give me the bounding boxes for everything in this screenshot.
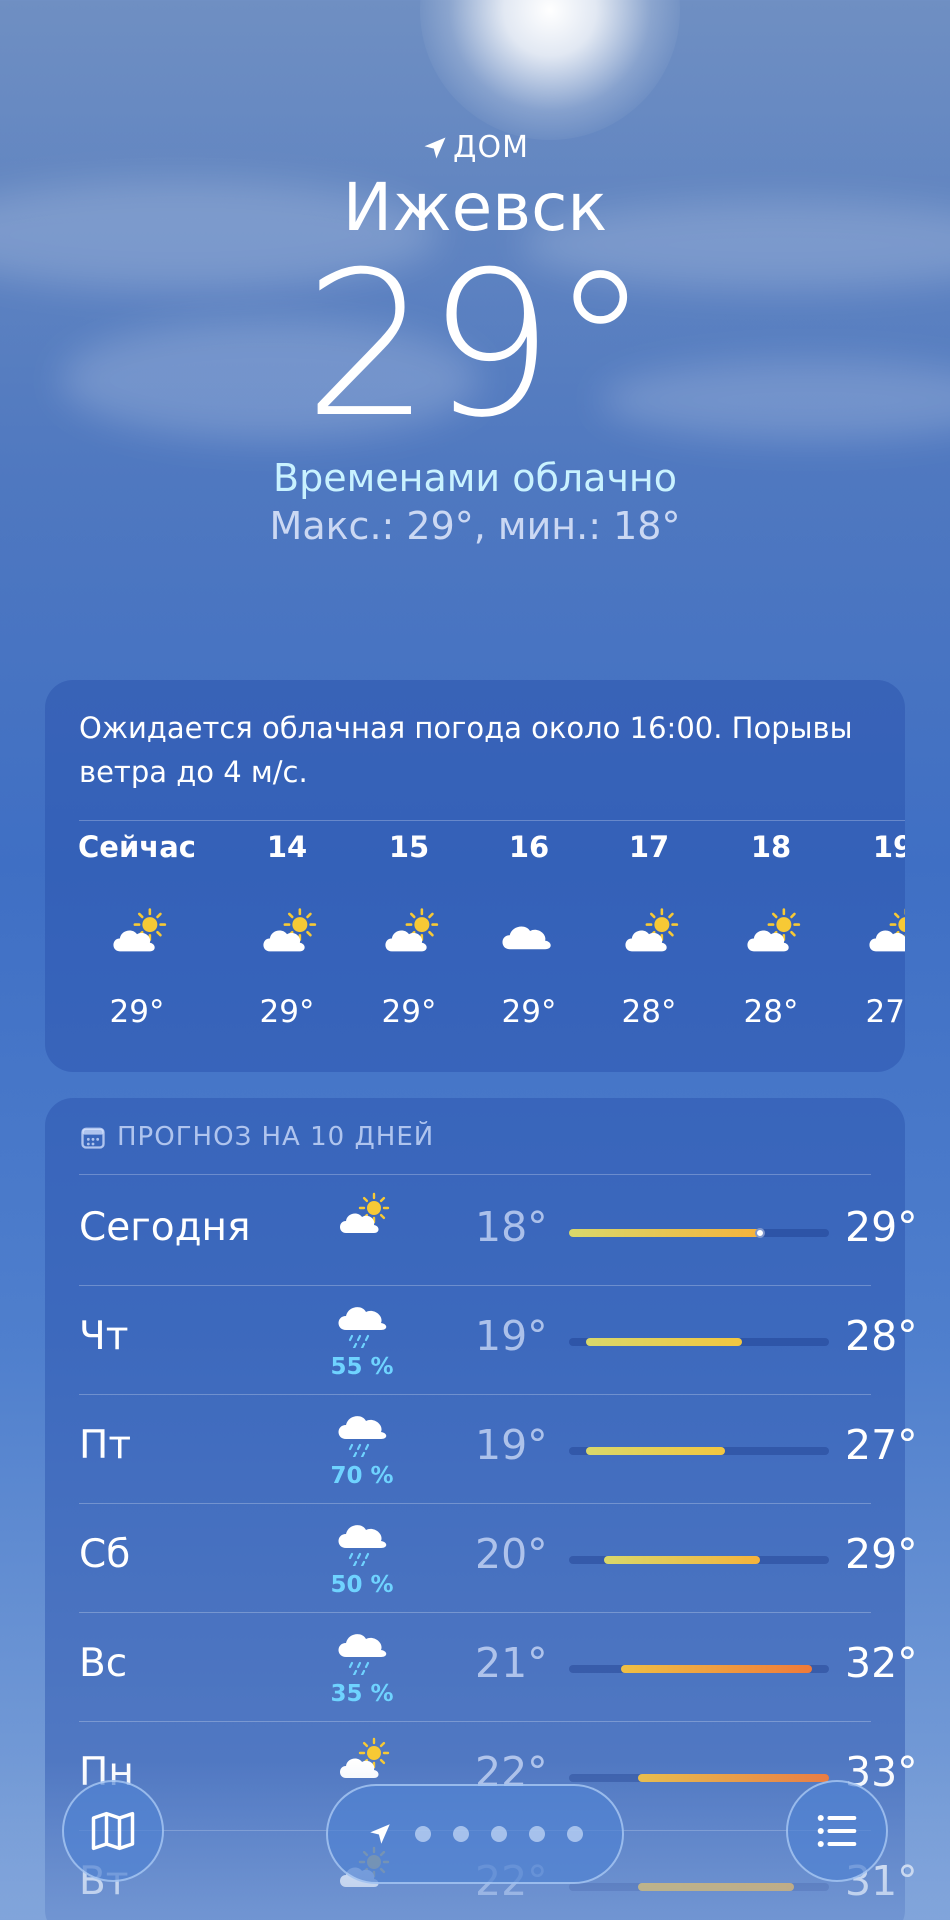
current-weather-header: ДОМ Ижевск 29° Временами облачно Макс.: … [0, 130, 950, 548]
page-dot[interactable] [415, 1826, 431, 1842]
partly-cloudy-icon [340, 1192, 390, 1233]
calendar-icon [81, 1127, 105, 1149]
daily-forecast-title: ПРОГНОЗ НА 10 ДНЕЙ [117, 1122, 435, 1152]
temperature-range-bar [569, 1338, 829, 1346]
hour-label: 19 [872, 830, 905, 864]
low-temperature: 18° [475, 1203, 548, 1251]
page-indicator[interactable] [326, 1784, 624, 1884]
current-condition: Временами облачно [273, 456, 677, 500]
high-temperature: 29° [845, 1203, 918, 1251]
temperature-range-bar [569, 1556, 829, 1564]
divider [79, 820, 905, 821]
partly-cloudy-icon [113, 908, 167, 952]
location-arrow-icon[interactable] [367, 1821, 393, 1847]
low-temperature: 20° [475, 1530, 548, 1578]
rain-icon [338, 1307, 387, 1348]
location-arrow-icon [424, 137, 446, 158]
daily-row[interactable]: Сегодня 18° 29° [45, 1177, 918, 1285]
page-dot[interactable] [453, 1826, 469, 1842]
hour-label: 15 [388, 830, 430, 864]
current-temperature: 29° [303, 229, 651, 462]
daily-row[interactable]: Пт 70 % 19° 27° [45, 1395, 918, 1503]
divider [79, 1174, 871, 1175]
hour-temperature: 29° [259, 994, 315, 1030]
map-icon [91, 1811, 135, 1851]
temperature-range-fill [638, 1883, 795, 1891]
day-name: Сегодня [79, 1205, 251, 1250]
current-temperature-dot [754, 1228, 765, 1238]
temperature-range-fill [569, 1229, 760, 1237]
day-name: Вс [79, 1641, 128, 1686]
day-name: Пт [79, 1423, 132, 1468]
partly-cloudy-icon [625, 908, 679, 952]
hour-label: 17 [628, 830, 670, 864]
temperature-range-bar [569, 1228, 829, 1238]
temperature-range-bar [569, 1665, 829, 1673]
rain-icon [338, 1525, 387, 1566]
list-icon [817, 1814, 857, 1848]
high-temperature: 32° [845, 1639, 918, 1687]
hour-temperature: 29° [501, 994, 557, 1030]
cloud-icon [502, 926, 551, 950]
temperature-range-fill [603, 1556, 760, 1564]
temperature-range-fill [586, 1338, 743, 1346]
precipitation-chance: 35 % [330, 1681, 394, 1707]
hour-temperature: 27° [865, 994, 905, 1030]
hour-temperature: 29° [381, 994, 437, 1030]
temperature-range-bar [569, 1774, 829, 1782]
precipitation-chance: 55 % [330, 1354, 394, 1380]
hour-temperature: 28° [621, 994, 677, 1030]
precipitation-chance: 70 % [330, 1463, 394, 1489]
precipitation-chance: 50 % [330, 1572, 394, 1598]
high-temperature: 27° [845, 1421, 918, 1469]
low-temperature: 21° [475, 1639, 548, 1687]
location-label: ДОМ [453, 130, 529, 165]
rain-icon [338, 1416, 387, 1457]
high-temperature: 28° [845, 1312, 918, 1360]
temperature-range-fill [638, 1774, 829, 1782]
temperature-range-bar [569, 1447, 829, 1455]
low-temperature: 19° [475, 1312, 548, 1360]
locations-list-button[interactable] [786, 1780, 888, 1882]
sun-glow [420, 0, 680, 140]
temperature-range-fill [621, 1665, 812, 1673]
daily-row[interactable]: Чт 55 % 19° 28° [45, 1286, 918, 1394]
hour-temperature: 29° [109, 994, 165, 1030]
temperature-range-bar [569, 1883, 829, 1891]
hourly-forecast-card[interactable]: Ожидается облачная погода около 16:00. П… [45, 680, 905, 1072]
page-dot[interactable] [491, 1826, 507, 1842]
high-temperature: 29° [845, 1530, 918, 1578]
temperature-range-fill [586, 1447, 725, 1455]
hour-temperature: 28° [743, 994, 799, 1030]
daily-row[interactable]: Сб 50 % 20° 29° [45, 1504, 918, 1612]
hour-label: 14 [266, 830, 308, 864]
hourly-list[interactable]: Сейчас 29° 14 29° 15 29° 16 29° 17 28° 18 28° 19 27° [45, 830, 905, 1070]
high-low-temperature: Макс.: 29°, мин.: 18° [269, 504, 681, 548]
map-button[interactable] [62, 1780, 164, 1882]
hour-label: 18 [750, 830, 792, 864]
day-name: Сб [79, 1532, 131, 1577]
partly-cloudy-icon [385, 908, 439, 952]
low-temperature: 19° [475, 1421, 548, 1469]
page-dot[interactable] [567, 1826, 583, 1842]
day-name: Чт [79, 1314, 129, 1359]
page-dot[interactable] [529, 1826, 545, 1842]
location-row: ДОМ [0, 130, 950, 165]
partly-cloudy-icon [263, 908, 317, 952]
daily-row[interactable]: Вс 35 % 21° 32° [45, 1613, 918, 1721]
hour-label: 16 [508, 830, 550, 864]
hourly-summary: Ожидается облачная погода около 16:00. П… [79, 711, 853, 789]
partly-cloudy-icon [869, 908, 905, 952]
rain-icon [338, 1634, 387, 1675]
daily-forecast-header: ПРОГНОЗ НА 10 ДНЕЙ [45, 1098, 905, 1152]
partly-cloudy-icon [747, 908, 801, 952]
hour-label: Сейчас [78, 830, 196, 864]
